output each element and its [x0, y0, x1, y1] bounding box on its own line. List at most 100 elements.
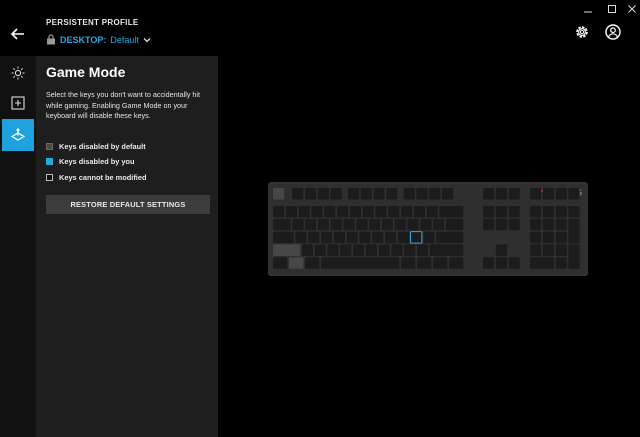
maximize-icon[interactable] [606, 4, 618, 14]
keyboard-key[interactable] [568, 244, 580, 269]
keyboard-key[interactable] [305, 257, 320, 269]
keyboard-key[interactable] [273, 257, 288, 269]
keyboard-key[interactable] [301, 244, 313, 256]
keyboard-key[interactable] [369, 218, 381, 231]
keyboard-key[interactable] [439, 206, 464, 218]
rail-item-lighting[interactable] [2, 58, 34, 88]
profile-selector[interactable]: DESKTOP: Default [46, 34, 151, 45]
keyboard-key[interactable] [555, 257, 567, 269]
keyboard-key[interactable] [385, 231, 397, 244]
keyboard-key[interactable] [403, 188, 415, 200]
keyboard-key[interactable] [388, 206, 400, 218]
keyboard-key[interactable] [495, 218, 507, 231]
keyboard-key[interactable] [305, 218, 317, 231]
keyboard-key[interactable] [347, 188, 360, 200]
keyboard-key[interactable] [273, 206, 285, 218]
keyboard-key[interactable] [495, 257, 507, 269]
keyboard-key[interactable] [343, 218, 355, 231]
keyboard-key[interactable] [333, 231, 345, 244]
keyboard-key[interactable] [372, 231, 384, 244]
keyboard-key[interactable] [495, 206, 507, 218]
keyboard-key[interactable] [273, 244, 301, 256]
minimize-icon[interactable] [582, 4, 594, 14]
keyboard-key[interactable] [568, 218, 580, 244]
keyboard-key[interactable] [349, 206, 361, 218]
keyboard-key[interactable] [308, 231, 320, 244]
keyboard-key[interactable] [292, 218, 304, 231]
keyboard-key[interactable] [401, 257, 416, 269]
keyboard-key[interactable] [508, 257, 520, 269]
keyboard-key[interactable] [416, 188, 428, 200]
keyboard-key[interactable] [321, 231, 333, 244]
keyboard-key[interactable] [413, 206, 425, 218]
keyboard-key[interactable] [365, 244, 377, 256]
keyboard-key[interactable] [285, 206, 297, 218]
keyboard-key[interactable] [436, 231, 464, 244]
keyboard-key[interactable] [340, 244, 352, 256]
keyboard-key[interactable] [378, 244, 390, 256]
keyboard-key[interactable] [330, 188, 342, 200]
keyboard-key[interactable] [298, 206, 310, 218]
keyboard-key[interactable] [324, 206, 336, 218]
keyboard-key[interactable] [317, 188, 329, 200]
keyboard-key[interactable] [426, 206, 438, 218]
keyboard-key[interactable] [449, 257, 464, 269]
keyboard-key[interactable] [542, 244, 554, 256]
keyboard-key[interactable] [483, 257, 495, 269]
keyboard-key[interactable] [273, 218, 291, 231]
keyboard-key[interactable] [433, 257, 448, 269]
restore-default-settings-button[interactable]: RESTORE DEFAULT SETTINGS [46, 195, 210, 214]
keyboard-key[interactable] [555, 188, 567, 200]
keyboard-key[interactable] [373, 188, 385, 200]
keyboard-key[interactable] [375, 206, 387, 218]
keyboard-key[interactable] [311, 206, 323, 218]
keyboard-key[interactable] [346, 231, 358, 244]
keyboard-key[interactable] [508, 218, 520, 231]
chevron-down-icon[interactable] [143, 36, 151, 44]
user-icon[interactable] [605, 24, 621, 40]
keyboard-key[interactable] [386, 188, 398, 200]
keyboard-key[interactable] [530, 231, 542, 244]
keyboard-key[interactable] [429, 188, 441, 200]
keyboard-key[interactable] [292, 188, 304, 200]
keyboard-key[interactable] [321, 257, 400, 269]
keyboard-key[interactable] [353, 244, 365, 256]
keyboard-key[interactable] [401, 206, 413, 218]
keyboard-key[interactable] [429, 244, 464, 256]
keyboard-key[interactable] [305, 188, 317, 200]
keyboard-key[interactable] [417, 244, 429, 256]
keyboard-key[interactable] [445, 218, 464, 231]
keyboard-key[interactable] [530, 257, 554, 269]
keyboard-key[interactable] [289, 257, 304, 269]
keyboard-key[interactable] [330, 218, 342, 231]
keyboard-key[interactable] [417, 257, 432, 269]
keyboard-key[interactable] [381, 218, 393, 231]
keyboard-key[interactable] [555, 206, 567, 218]
keyboard-key[interactable] [483, 218, 495, 231]
keyboard-key[interactable] [337, 206, 349, 218]
keyboard-key[interactable] [295, 231, 307, 244]
keyboard-key[interactable] [273, 188, 285, 200]
keyboard-key[interactable] [394, 218, 406, 231]
rail-item-assignments[interactable] [2, 88, 34, 118]
keyboard-key[interactable] [555, 244, 567, 256]
keyboard-key[interactable] [314, 244, 326, 256]
keyboard-key[interactable] [508, 188, 520, 200]
keyboard-key[interactable] [359, 231, 371, 244]
keyboard-key[interactable] [410, 231, 423, 244]
keyboard-key[interactable] [356, 218, 368, 231]
keyboard-key[interactable] [508, 206, 520, 218]
keyboard-key[interactable] [530, 188, 542, 200]
keyboard-key[interactable] [397, 231, 409, 244]
keyboard-key[interactable] [360, 188, 372, 200]
keyboard-key[interactable] [442, 188, 454, 200]
keyboard-key[interactable] [433, 218, 445, 231]
keyboard-key[interactable] [495, 188, 507, 200]
keyboard-key[interactable] [542, 206, 554, 218]
back-arrow-icon[interactable] [8, 24, 28, 44]
keyboard-key[interactable] [273, 231, 294, 244]
keyboard-key[interactable] [362, 206, 374, 218]
keyboard-key[interactable] [542, 218, 554, 231]
keyboard-key[interactable] [317, 218, 329, 231]
close-icon[interactable] [626, 4, 638, 14]
